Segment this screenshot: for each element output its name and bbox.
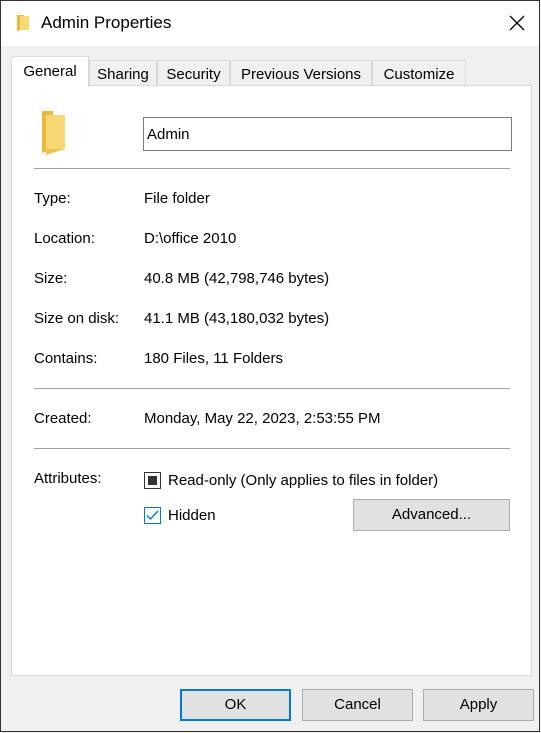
size-on-disk-value: 41.1 MB (43,180,032 bytes): [144, 310, 330, 327]
size-on-disk-label: Size on disk:: [34, 310, 120, 327]
folder-icon: [17, 15, 29, 31]
separator: [34, 448, 510, 449]
readonly-checkbox[interactable]: [144, 472, 161, 489]
tab-customize[interactable]: Customize: [372, 60, 466, 86]
title-bar: Admin Properties: [1, 1, 539, 46]
tab-security[interactable]: Security: [157, 60, 230, 86]
type-value: File folder: [144, 190, 210, 207]
separator: [34, 388, 510, 389]
type-label: Type:: [34, 190, 71, 207]
folder-icon: [42, 111, 65, 155]
advanced-button[interactable]: Advanced...: [353, 499, 510, 531]
contains-value: 180 Files, 11 Folders: [144, 350, 283, 367]
separator: [34, 168, 510, 169]
created-value: Monday, May 22, 2023, 2:53:55 PM: [144, 410, 381, 427]
window-title: Admin Properties: [41, 13, 172, 32]
created-label: Created:: [34, 410, 92, 427]
attributes-label: Attributes:: [34, 470, 102, 487]
location-label: Location:: [34, 230, 95, 247]
tab-sharing[interactable]: Sharing: [89, 60, 157, 86]
ok-button[interactable]: OK: [180, 689, 291, 721]
location-value: D:\office 2010: [144, 230, 237, 247]
size-value: 40.8 MB (42,798,746 bytes): [144, 270, 330, 287]
folder-name-input[interactable]: [143, 117, 512, 151]
cancel-button[interactable]: Cancel: [302, 689, 413, 721]
contains-label: Contains:: [34, 350, 98, 367]
close-icon[interactable]: [505, 11, 529, 35]
apply-button[interactable]: Apply: [423, 689, 534, 721]
general-panel: Type: File folder Location: D:\office 20…: [11, 85, 532, 676]
hidden-label[interactable]: Hidden: [168, 507, 216, 524]
hidden-checkbox[interactable]: [144, 507, 161, 524]
checkmark-icon: [146, 510, 159, 521]
tab-previous-versions[interactable]: Previous Versions: [230, 60, 372, 86]
size-label: Size:: [34, 270, 68, 287]
properties-dialog: Admin Properties General Sharing Securit…: [0, 0, 540, 732]
tab-general[interactable]: General: [11, 56, 89, 87]
readonly-label[interactable]: Read-only (Only applies to files in fold…: [168, 472, 438, 489]
